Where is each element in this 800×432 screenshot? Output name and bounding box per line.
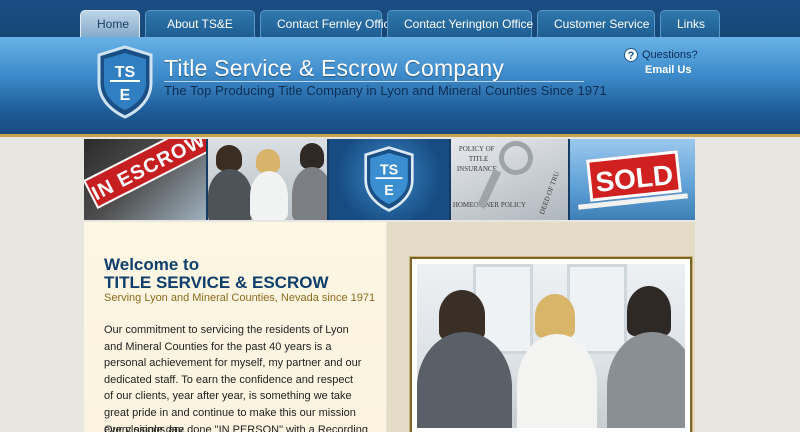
logo-panel: TS E	[329, 139, 449, 220]
key-icon	[498, 141, 533, 175]
tab-contact-fernley[interactable]: Contact Fernley Office	[260, 10, 396, 37]
tab-about[interactable]: About TS&E	[145, 10, 255, 37]
person-head	[299, 143, 324, 169]
in-escrow-photo: IN ESCROW	[84, 139, 206, 220]
welcome-company-heading: TITLE SERVICE & ESCROW	[104, 273, 329, 292]
svg-text:TS: TS	[380, 163, 398, 179]
title-documents-photo: POLICY OF TITLE INSURANCE HOMEOWNER POLI…	[450, 139, 569, 220]
featured-meeting-photo	[417, 264, 685, 428]
tab-contact-yerington[interactable]: Contact Yerington Office	[387, 10, 533, 37]
questions-link[interactable]: ? Questions?	[624, 48, 698, 62]
welcome-subheading: Serving Lyon and Mineral Counties, Nevad…	[104, 292, 376, 304]
site-title: Title Service & Escrow Company	[164, 55, 505, 81]
photo-strip: IN ESCROW TS E POLICY OF TITLE INSURANCE…	[84, 139, 696, 220]
tab-home[interactable]: Home	[80, 10, 140, 37]
header-accent-line	[0, 134, 800, 137]
person-body	[249, 171, 288, 220]
doc-text: POLICY OF	[458, 145, 495, 153]
welcome-body-text: Our commitment to servicing the resident…	[104, 324, 362, 432]
welcome-more-text: Our closings are done "IN PERSON" with a…	[104, 424, 368, 432]
person-head	[627, 286, 671, 336]
email-us-link[interactable]: Email Us	[645, 64, 691, 76]
logo-letters-bottom: E	[120, 87, 131, 104]
person-body	[291, 167, 328, 220]
person-head	[535, 294, 575, 338]
doc-text: INSURANCE	[456, 165, 497, 173]
main-nav: Home About TS&E Contact Fernley Office C…	[80, 10, 720, 37]
sold-sign-photo: SOLD	[570, 139, 696, 220]
sold-sign: SOLD	[586, 150, 683, 202]
person-head	[255, 149, 280, 173]
shield-icon: TS E	[364, 146, 414, 212]
question-icon: ?	[624, 48, 638, 62]
shield-logo[interactable]: TS E	[96, 45, 154, 119]
tab-links[interactable]: Links	[660, 10, 720, 37]
meeting-photo	[207, 139, 328, 220]
in-escrow-sign: IN ESCROW	[84, 139, 206, 209]
person-body	[517, 334, 597, 428]
doc-text: DEED OF TRU	[537, 170, 561, 216]
title-divider	[164, 81, 584, 82]
site-header: TS E Title Service & Escrow Company The …	[0, 37, 800, 134]
questions-label: Questions?	[642, 49, 698, 61]
doc-text: HOMEOWNER POLICY	[452, 201, 527, 209]
tab-customer-service[interactable]: Customer Service	[537, 10, 655, 37]
site-tagline: The Top Producing Title Company in Lyon …	[164, 83, 607, 98]
person-body	[207, 169, 252, 220]
welcome-heading: Welcome to	[104, 255, 200, 274]
svg-text:E: E	[384, 183, 394, 199]
featured-photo-frame	[410, 257, 692, 432]
person-head	[215, 145, 242, 171]
doc-text: TITLE	[468, 155, 489, 163]
logo-letters-top: TS	[115, 64, 136, 81]
